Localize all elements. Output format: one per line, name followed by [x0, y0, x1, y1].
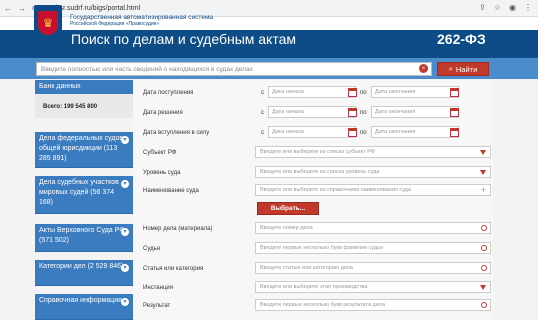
database-total: Всего: 199 545 800 [43, 104, 98, 110]
sidebar-item-label: Справочная информация [39, 297, 122, 304]
calendar-icon[interactable] [450, 128, 459, 137]
search-icon[interactable] [481, 225, 487, 231]
share-icon[interactable]: ⇪ [479, 3, 486, 12]
judge-field[interactable]: Введите первые несколько букв фамилии су… [255, 242, 491, 254]
from-prefix: с [261, 90, 264, 96]
sidebar-item-magistrates[interactable]: Дела судебных участков мировых судей (56… [35, 176, 133, 214]
chevron-down-icon[interactable]: ▾ [121, 136, 129, 144]
search-icon[interactable] [481, 265, 487, 271]
menu-icon[interactable]: ⋮ [524, 3, 532, 12]
browser-actions: ⇪ ☆ ◉ ⋮ [479, 3, 532, 12]
back-icon[interactable]: ← [4, 4, 12, 13]
search-icon[interactable] [481, 302, 487, 308]
chevron-down-icon[interactable]: ▾ [121, 264, 129, 272]
chevron-down-icon[interactable]: ▾ [121, 228, 129, 236]
url-text: bsr.sudrf.ru/bigs/portal.html [55, 4, 141, 12]
decision-date-label: Дата решения [143, 110, 183, 116]
result-field[interactable]: Введите первые несколько букв результата… [255, 299, 491, 311]
search-placeholder: Введите полностью или часть сведений о н… [41, 65, 253, 73]
dropdown-arrow-icon[interactable] [480, 285, 486, 290]
to-prefix: по [360, 130, 367, 136]
sidebar-item-categories[interactable]: Категории дел (2 529 846) ▾ [35, 260, 133, 286]
receipt-date-label: Дата поступления [143, 90, 194, 96]
page-title: Поиск по делам и судебным актам [71, 31, 297, 47]
forward-icon[interactable]: → [18, 4, 26, 13]
result-label: Результат [143, 303, 171, 309]
sidebar-item-supreme-court[interactable]: Акты Верховного Суда РФ (571 502) ▾ [35, 224, 133, 252]
search-input[interactable]: Введите полностью или часть сведений о н… [36, 62, 432, 76]
sidebar-item-label: Дела федеральных судов общей юрисдикции … [39, 135, 124, 162]
court-level-placeholder: Введите или выберите из списка уровень с… [260, 169, 380, 175]
calendar-icon[interactable] [450, 108, 459, 117]
sidebar-item-label: Дела судебных участков мировых судей (56… [39, 179, 119, 206]
court-level-label: Уровень суда [143, 170, 181, 176]
database-title: Банк данных [35, 80, 133, 94]
eagle-icon: ♛ [38, 11, 58, 35]
article-field[interactable]: Введите статью или категорию дела [255, 262, 491, 274]
subject-label: Субъект РФ [143, 150, 177, 156]
dropdown-arrow-icon[interactable] [480, 150, 486, 155]
database-box: Банк данных Всего: 199 545 800 [35, 80, 133, 118]
dropdown-arrow-icon[interactable] [480, 170, 486, 175]
calendar-icon[interactable] [348, 108, 357, 117]
emblem-logo[interactable]: ♛ [34, 5, 62, 41]
instance-label: Инстанция [143, 285, 173, 291]
receipt-date-from[interactable]: Дата начала [268, 86, 356, 98]
judge-placeholder: Введите первые несколько букв фамилии су… [260, 245, 384, 251]
clear-icon[interactable]: × [419, 64, 428, 73]
law-number: 262-ФЗ [437, 31, 486, 47]
sidebar-item-label: Категории дел (2 529 846) [39, 263, 124, 270]
calendar-icon[interactable] [348, 88, 357, 97]
subject-placeholder: Введите или выберите из списка субъект Р… [260, 149, 375, 155]
to-prefix: по [360, 110, 367, 116]
article-label: Статья или категория [143, 266, 204, 272]
subject-select[interactable]: Введите или выберите из списка субъект Р… [255, 146, 491, 158]
result-placeholder: Введите первые несколько букв результата… [260, 302, 385, 308]
court-name-placeholder: Введите или выберите из справочника наим… [260, 187, 411, 193]
case-number-label: Номер дела (материала) [143, 226, 213, 232]
effective-date-from[interactable]: Дата начала [268, 126, 356, 138]
from-prefix: с [261, 130, 264, 136]
address-bar[interactable]: bsr.sudrf.ru/bigs/portal.html [44, 2, 455, 14]
search-button-label: Найти [455, 64, 478, 74]
decision-date-to[interactable]: Дата окончания [371, 106, 459, 118]
sidebar-item-label: Акты Верховного Суда РФ (571 502) [39, 227, 125, 244]
instance-placeholder: Введите или выберите этап производства [260, 284, 368, 290]
profile-icon[interactable]: ◉ [509, 3, 516, 12]
effective-date-label: Дата вступления в силу [143, 130, 210, 136]
article-placeholder: Введите статью или категорию дела [260, 265, 353, 271]
instance-select[interactable]: Введите или выберите этап производства [255, 281, 491, 293]
sidebar-item-federal-courts[interactable]: Дела федеральных судов общей юрисдикции … [35, 132, 133, 168]
court-name-label: Наименование суда [143, 188, 199, 194]
from-prefix: с [261, 110, 264, 116]
plus-icon[interactable]: + [481, 185, 486, 195]
receipt-date-to[interactable]: Дата окончания [371, 86, 459, 98]
sidebar-item-reference[interactable]: Справочная информация ▾ [35, 294, 133, 320]
search-form: Дата поступления с Дата начала по Дата о… [133, 80, 493, 320]
case-number-placeholder: Введите номер дела [260, 225, 313, 231]
search-icon: ⌕ [448, 64, 453, 73]
choose-button[interactable]: Выбрать... [257, 202, 319, 215]
chevron-down-icon[interactable]: ▾ [121, 298, 129, 306]
chevron-down-icon[interactable]: ▾ [121, 180, 129, 188]
court-name-field[interactable]: Введите или выберите из справочника наим… [255, 184, 491, 196]
calendar-icon[interactable] [450, 88, 459, 97]
sidebar: Банк данных Всего: 199 545 800 Дела феде… [35, 80, 133, 320]
case-number-field[interactable]: Введите номер дела [255, 222, 491, 234]
judge-label: Судья [143, 246, 161, 252]
effective-date-to[interactable]: Дата окончания [371, 126, 459, 138]
decision-date-from[interactable]: Дата начала [268, 106, 356, 118]
star-icon[interactable]: ☆ [494, 3, 501, 12]
to-prefix: по [360, 90, 367, 96]
court-level-select[interactable]: Введите или выберите из списка уровень с… [255, 166, 491, 178]
org-subtitle: Российской Федерации «Правосудие» [70, 21, 160, 27]
calendar-icon[interactable] [348, 128, 357, 137]
search-button[interactable]: ⌕ Найти [437, 62, 489, 76]
search-icon[interactable] [481, 245, 487, 251]
org-name: Государственная автоматизированная систе… [70, 14, 214, 21]
